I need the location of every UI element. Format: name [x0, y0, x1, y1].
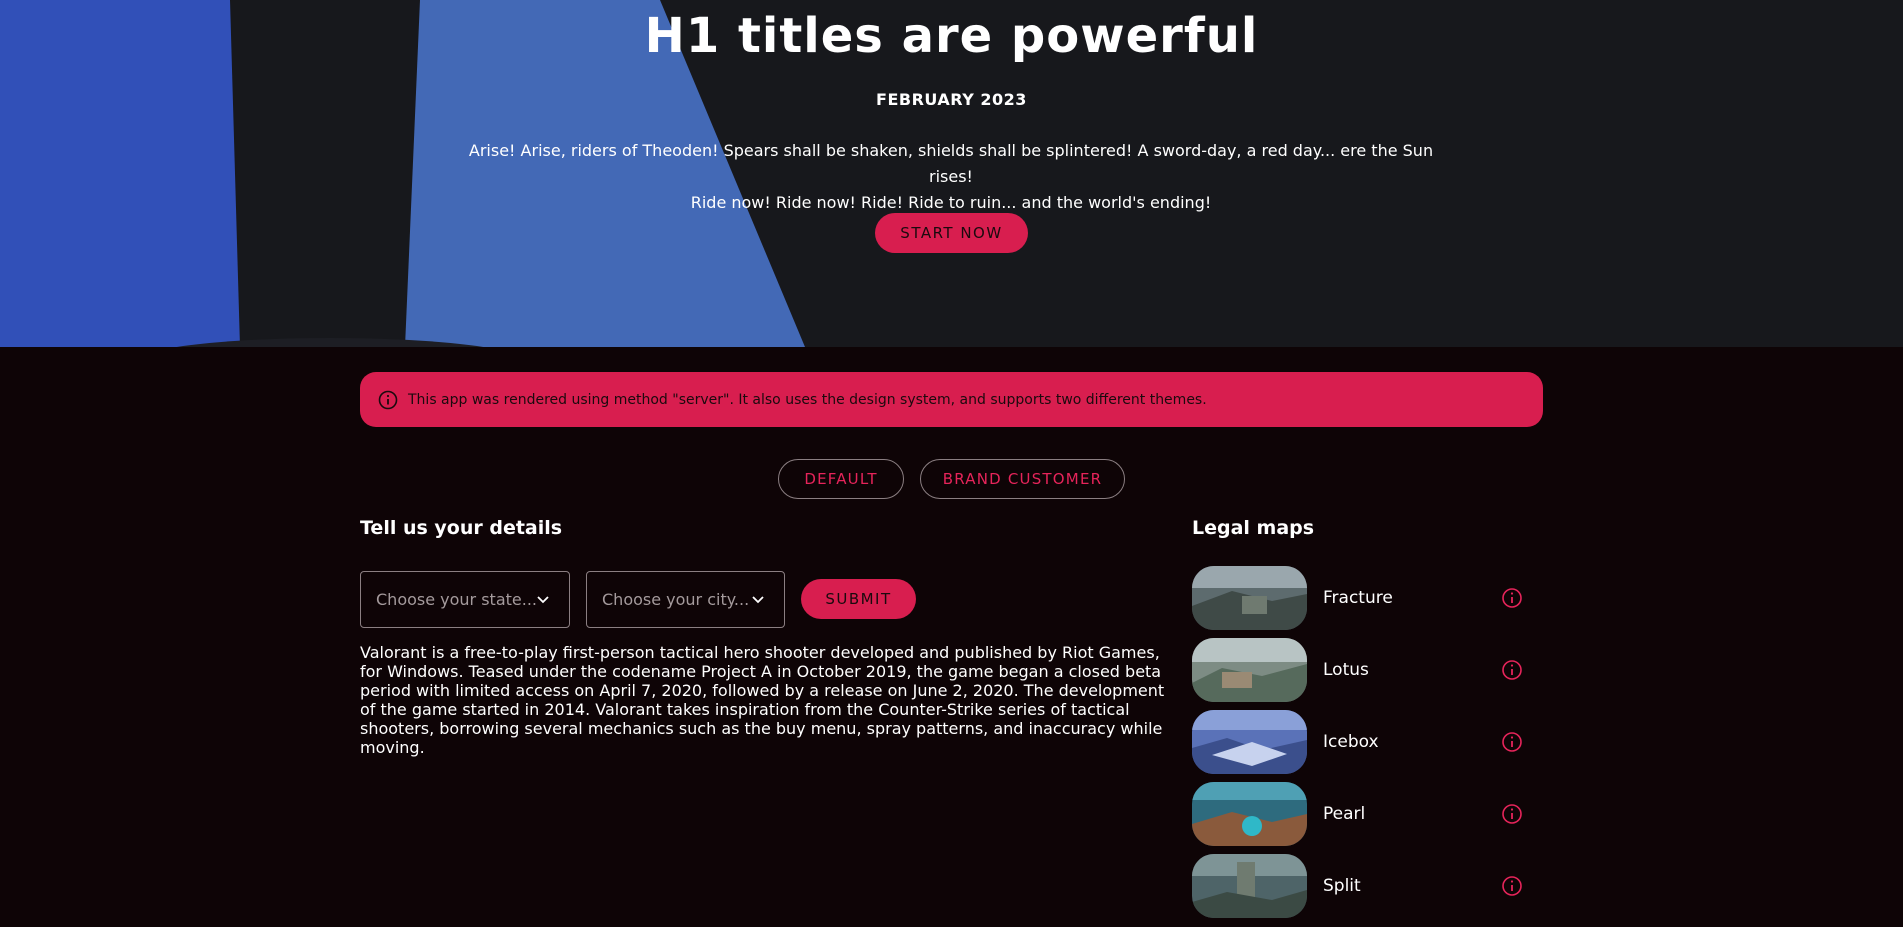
info-icon[interactable] — [1501, 587, 1523, 609]
map-item-pearl[interactable]: Pearl — [1192, 782, 1543, 846]
map-thumbnail — [1192, 782, 1307, 846]
hero-title: H1 titles are powerful — [644, 8, 1259, 64]
details-title: Tell us your details — [360, 517, 563, 539]
info-icon[interactable] — [1501, 659, 1523, 681]
state-select-placeholder: Choose your state... — [376, 590, 538, 609]
chevron-down-icon — [752, 596, 764, 604]
map-item-fracture[interactable]: Fracture — [1192, 566, 1543, 630]
map-thumbnail — [1192, 854, 1307, 918]
map-name: Icebox — [1323, 732, 1379, 752]
hero-text-line-2: Ride now! Ride now! Ride! Ride to ruin..… — [690, 193, 1212, 212]
theme-brand-customer-button[interactable]: BRAND CUSTOMER — [920, 459, 1125, 499]
hero-date: FEBRUARY 2023 — [876, 90, 1027, 109]
maps-title: Legal maps — [1192, 517, 1315, 539]
map-name: Fracture — [1323, 588, 1393, 608]
hero-text: Arise! Arise, riders of Theoden! Spears … — [451, 138, 1451, 216]
map-thumbnail — [1192, 638, 1307, 702]
map-thumbnail — [1192, 566, 1307, 630]
map-name: Pearl — [1323, 804, 1366, 824]
submit-button[interactable]: SUBMIT — [801, 579, 916, 619]
city-select[interactable]: Choose your city... — [586, 571, 785, 628]
chevron-down-icon — [537, 596, 549, 604]
info-icon[interactable] — [1501, 875, 1523, 897]
city-select-placeholder: Choose your city... — [602, 590, 750, 609]
map-name: Split — [1323, 876, 1361, 896]
map-item-icebox[interactable]: Icebox — [1192, 710, 1543, 774]
theme-default-button[interactable]: DEFAULT — [778, 459, 904, 499]
hero-text-line-1: Arise! Arise, riders of Theoden! Spears … — [468, 141, 1434, 186]
map-name: Lotus — [1323, 660, 1369, 680]
hero-banner: H1 titles are powerful FEBRUARY 2023 Ari… — [0, 0, 1903, 347]
alert-text: This app was rendered using method "serv… — [408, 391, 1207, 408]
state-select[interactable]: Choose your state... — [360, 571, 570, 628]
game-description: Valorant is a free-to-play first-person … — [360, 643, 1165, 757]
map-item-lotus[interactable]: Lotus — [1192, 638, 1543, 702]
map-item-split[interactable]: Split — [1192, 854, 1543, 918]
start-now-button[interactable]: START NOW — [875, 213, 1028, 253]
info-alert: This app was rendered using method "serv… — [360, 372, 1543, 427]
info-icon[interactable] — [1501, 731, 1523, 753]
info-icon[interactable] — [1501, 803, 1523, 825]
map-thumbnail — [1192, 710, 1307, 774]
info-icon — [378, 390, 398, 409]
